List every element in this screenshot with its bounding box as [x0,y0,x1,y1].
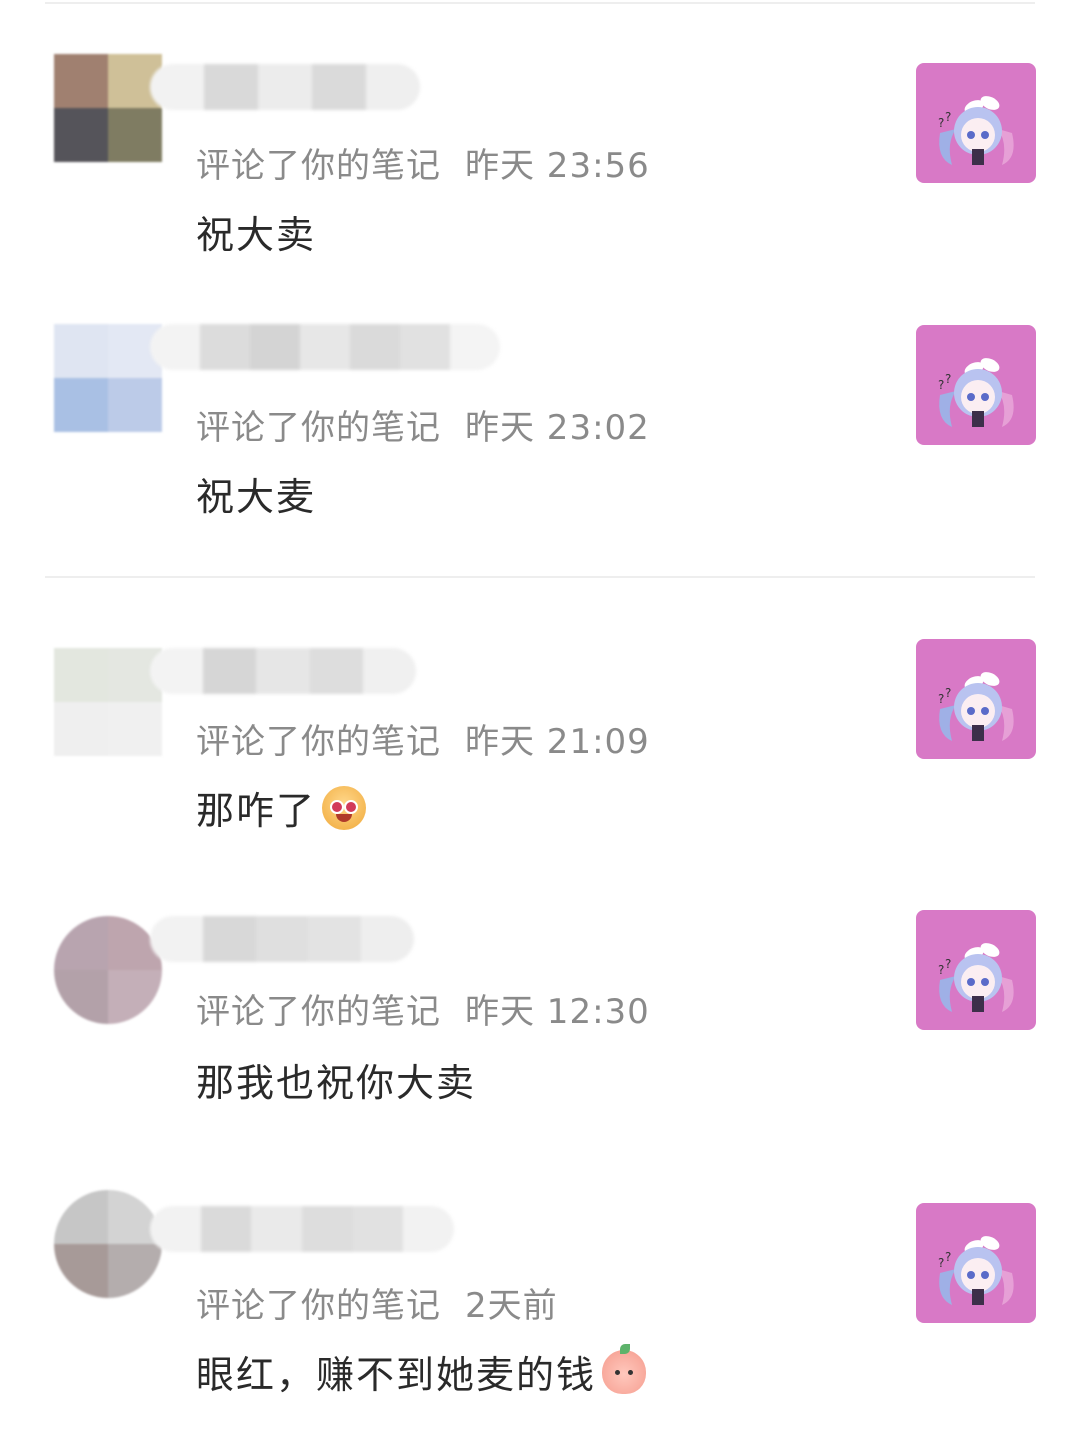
svg-text:?: ? [938,1256,944,1270]
svg-text:?: ? [938,116,944,130]
timestamp: 昨天 23:02 [465,408,650,448]
action-text: 评论了你的笔记 [196,408,441,448]
avatar[interactable] [54,916,162,1024]
timestamp: 昨天 21:09 [465,722,650,762]
comment-body: 祝大卖 [196,213,317,257]
anime-girl-sticker-icon: ? ? [938,358,1014,427]
avatar-pixel [54,970,108,1024]
anime-girl-sticker-icon: ? ? [938,96,1014,165]
svg-text:?: ? [945,686,951,700]
surprised-face-emoji-icon [322,785,367,830]
peach-face-emoji-icon [602,1343,647,1394]
username-redacted[interactable] [150,916,414,962]
avatar[interactable] [54,648,162,756]
svg-text:?: ? [945,110,951,124]
avatar-pixel [54,1190,108,1244]
anime-girl-sticker-icon: ? ? [938,1236,1014,1305]
note-thumbnail[interactable]: ? ? [916,325,1036,445]
comment-body: 那咋了 [196,789,317,833]
note-thumbnail[interactable]: ? ? [916,63,1036,183]
svg-text:?: ? [938,378,944,392]
avatar-pixel [54,324,108,378]
svg-text:?: ? [938,963,944,977]
username-redacted[interactable] [150,324,500,370]
notification-meta: 评论了你的笔记 昨天 23:56 [196,138,650,187]
action-text: 评论了你的笔记 [196,992,441,1032]
comment-text[interactable]: 祝大麦 [196,466,316,521]
avatar-pixel [54,1244,108,1298]
anime-girl-sticker-icon: ? ? [938,943,1014,1012]
avatar-pixel [108,108,162,162]
action-text: 评论了你的笔记 [196,722,441,762]
avatar-pixel [54,648,108,702]
avatar[interactable] [54,1190,162,1298]
note-thumbnail[interactable]: ? ? [916,910,1036,1030]
action-text: 评论了你的笔记 [196,146,441,186]
svg-text:?: ? [945,1250,951,1264]
comment-text[interactable]: 那我也祝你大卖 [196,1052,476,1107]
avatar-pixel [54,108,108,162]
notification-meta: 评论了你的笔记 昨天 12:30 [196,984,650,1033]
action-text: 评论了你的笔记 [196,1286,441,1326]
notification-meta: 评论了你的笔记 昨天 21:09 [196,714,650,763]
avatar[interactable] [54,54,162,162]
svg-text:?: ? [938,692,944,706]
comment-body: 那我也祝你大卖 [196,1061,477,1105]
notification-meta: 评论了你的笔记 2天前 [196,1278,558,1327]
note-thumbnail[interactable]: ? ? [916,639,1036,759]
username-redacted[interactable] [150,64,420,110]
anime-girl-sticker-icon: ? ? [938,672,1014,741]
comment-body: 祝大麦 [196,475,317,519]
avatar-pixel [54,378,108,432]
notification-meta: 评论了你的笔记 昨天 23:02 [196,400,650,449]
timestamp: 昨天 23:56 [465,146,650,186]
timestamp: 2天前 [465,1286,558,1326]
timestamp: 昨天 12:30 [465,992,650,1032]
note-thumbnail[interactable]: ? ? [916,1203,1036,1323]
avatar-pixel [108,1244,162,1298]
svg-text:?: ? [945,957,951,971]
comment-text[interactable]: 眼红，赚不到她麦的钱 [196,1343,647,1399]
svg-text:?: ? [945,372,951,386]
avatar-pixel [54,702,108,756]
avatar-pixel [54,916,108,970]
username-redacted[interactable] [150,1206,454,1252]
comment-body: 眼红，赚不到她麦的钱 [196,1353,597,1397]
top-divider [45,2,1035,4]
comment-text[interactable]: 祝大卖 [196,204,316,259]
comment-text[interactable]: 那咋了 [196,780,367,835]
avatar-pixel [108,702,162,756]
avatar-pixel [108,970,162,1024]
avatar[interactable] [54,324,162,432]
section-divider [45,576,1035,578]
username-redacted[interactable] [150,648,416,694]
avatar-pixel [108,378,162,432]
avatar-pixel [54,54,108,108]
